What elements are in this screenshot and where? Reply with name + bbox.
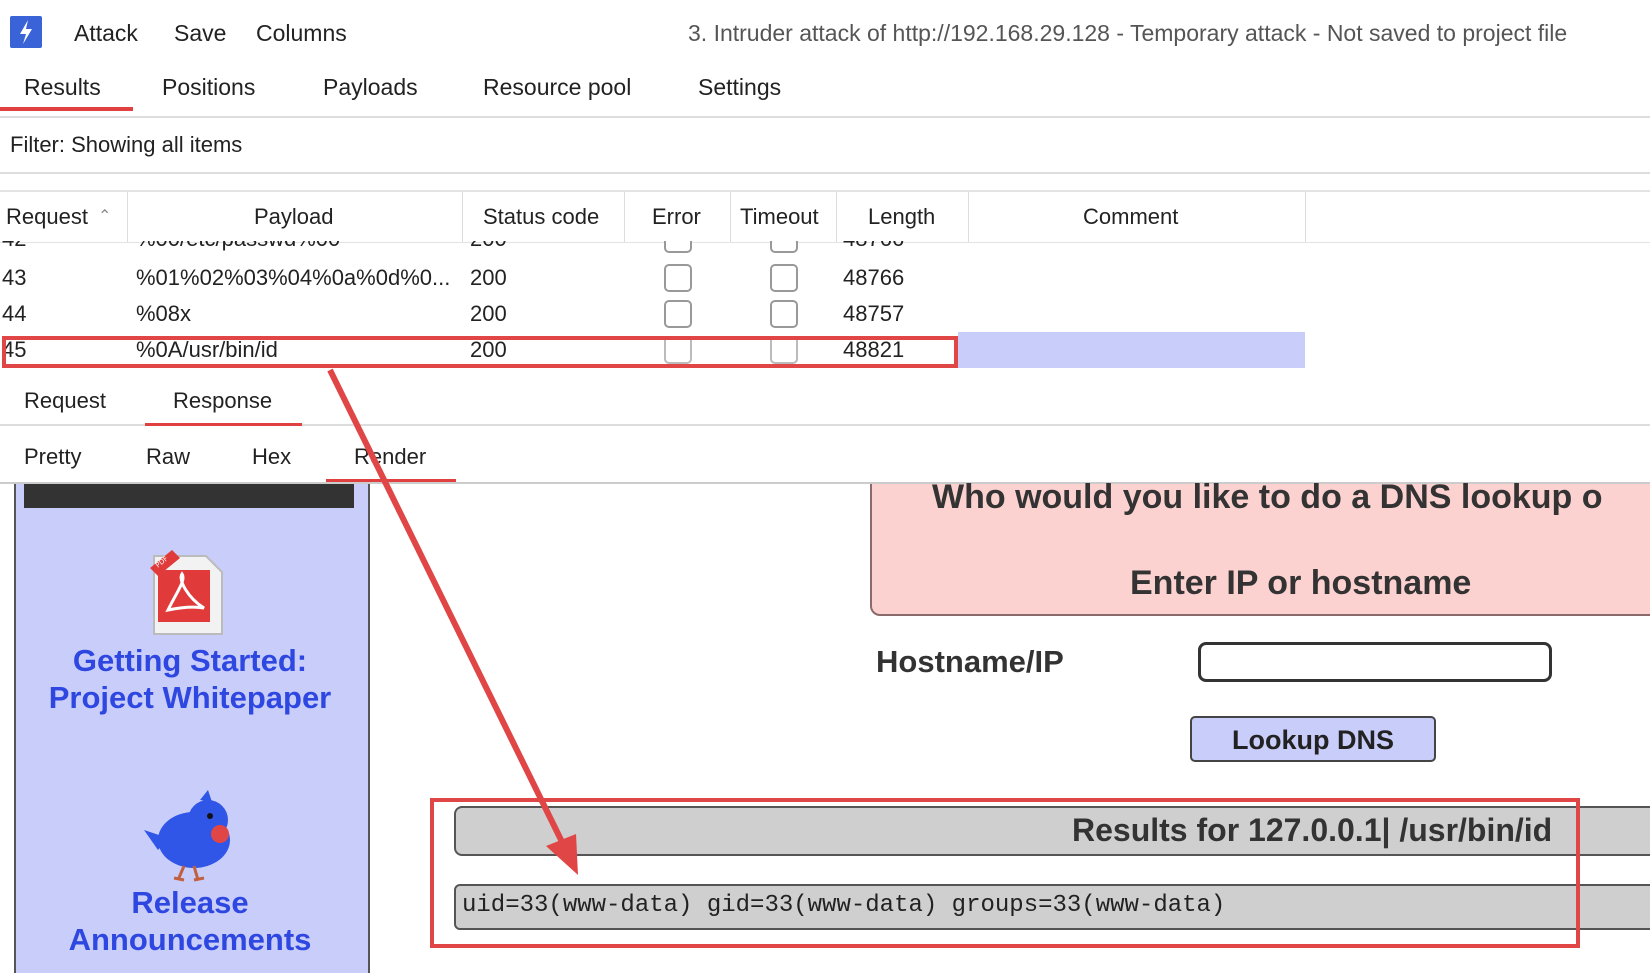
tab-render[interactable]: Render: [325, 444, 457, 482]
tab-results[interactable]: Results: [0, 74, 133, 111]
sort-ascending-icon: ⌃: [98, 208, 112, 225]
cell-status: 200: [470, 301, 507, 326]
main-tabs: Results Positions Payloads Resource pool…: [0, 68, 1650, 118]
menu-save[interactable]: Save: [174, 20, 226, 47]
error-checkbox[interactable]: [664, 264, 692, 292]
sidebar-header-strip: [24, 484, 354, 508]
cell-length: 48766: [843, 265, 905, 290]
link-line: Getting Started:: [72, 643, 308, 678]
tab-raw[interactable]: Raw: [146, 444, 190, 470]
tab-response[interactable]: Response: [144, 388, 303, 426]
cell-request: 44: [2, 301, 27, 326]
menu-attack[interactable]: Attack: [74, 20, 138, 47]
col-length[interactable]: Length: [868, 204, 935, 230]
getting-started-link[interactable]: Getting Started: Project Whitepaper: [14, 642, 366, 716]
timeout-checkbox[interactable]: [770, 241, 798, 253]
link-line: Announcements: [68, 922, 312, 957]
dns-enter-heading: Enter IP or hostname: [1130, 564, 1472, 602]
hostname-label: Hostname/IP: [876, 644, 1064, 679]
message-tabs: Request Response: [0, 380, 1650, 426]
table-row[interactable]: 42 %00/etc/passwd%00 200 48766: [0, 241, 1305, 253]
row-highlight-box: [2, 336, 958, 368]
menu-bar: Attack Save Columns 3. Intruder attack o…: [0, 0, 1650, 66]
release-announcements-link[interactable]: Release Announcements: [14, 884, 366, 958]
tab-pretty[interactable]: Pretty: [24, 444, 81, 470]
cell-request: 43: [2, 265, 27, 290]
filter-text: Filter: Showing all items: [10, 132, 243, 157]
filter-bar[interactable]: Filter: Showing all items: [0, 118, 1650, 174]
table-row[interactable]: 44 %08x 200 48757: [0, 296, 1305, 332]
timeout-checkbox[interactable]: [770, 300, 798, 328]
col-status-code[interactable]: Status code: [483, 204, 599, 230]
error-checkbox[interactable]: [664, 241, 692, 253]
cell-length: 48757: [843, 301, 905, 326]
cell-request: 42: [2, 241, 26, 252]
tab-payloads[interactable]: Payloads: [323, 74, 418, 101]
menu-columns[interactable]: Columns: [256, 20, 347, 47]
lookup-dns-button[interactable]: Lookup DNS: [1190, 716, 1436, 762]
dns-question-heading: Who would you like to do a DNS lookup o: [932, 478, 1603, 516]
cell-status: 200: [470, 265, 507, 290]
table-row[interactable]: 43 %01%02%03%04%0a%0d%0... 200 48766: [0, 260, 1305, 296]
selection-highlight: [958, 332, 1305, 368]
pdf-icon: PDF: [148, 550, 226, 638]
col-timeout[interactable]: Timeout: [740, 204, 819, 230]
tab-resource-pool[interactable]: Resource pool: [483, 74, 631, 101]
bird-icon: [138, 790, 242, 882]
col-request[interactable]: Request: [6, 204, 88, 230]
col-comment[interactable]: Comment: [1083, 204, 1178, 230]
tab-settings[interactable]: Settings: [698, 74, 781, 101]
col-payload[interactable]: Payload: [254, 204, 334, 230]
cell-payload: %01%02%03%04%0a%0d%0...: [136, 265, 451, 290]
window-title: 3. Intruder attack of http://192.168.29.…: [688, 20, 1568, 46]
cell-payload: %08x: [136, 301, 192, 326]
hostname-input[interactable]: [1198, 642, 1552, 682]
results-table-header: Request ⌃ Payload Status code Error Time…: [0, 190, 1650, 243]
results-highlight-box: [430, 798, 1580, 948]
cell-length: 48766: [843, 241, 904, 252]
link-line: Release: [131, 885, 249, 920]
tab-positions[interactable]: Positions: [162, 74, 255, 101]
col-error[interactable]: Error: [652, 204, 701, 230]
tab-request[interactable]: Request: [24, 388, 106, 414]
cell-payload: %00/etc/passwd%00: [136, 241, 340, 252]
link-line: Project Whitepaper: [48, 680, 332, 715]
tab-hex[interactable]: Hex: [252, 444, 291, 470]
error-checkbox[interactable]: [664, 300, 692, 328]
view-tabs: Pretty Raw Hex Render: [0, 436, 1650, 484]
burp-logo-icon: [10, 16, 42, 48]
timeout-checkbox[interactable]: [770, 264, 798, 292]
cell-status: 200: [470, 241, 507, 252]
